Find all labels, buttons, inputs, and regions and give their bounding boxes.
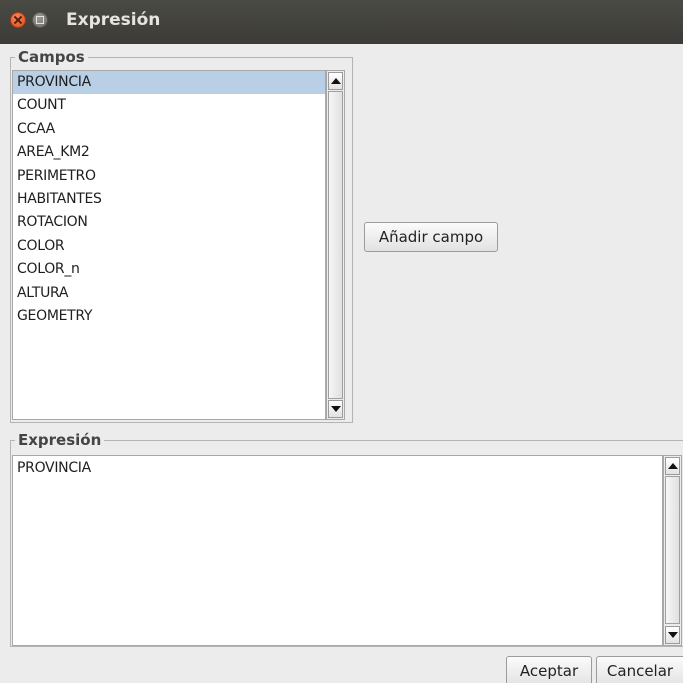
scrollbar-thumb[interactable] — [328, 91, 343, 399]
add-field-button[interactable]: Añadir campo — [364, 222, 498, 252]
arrow-up-icon[interactable] — [328, 72, 343, 90]
arrow-up-icon[interactable] — [665, 457, 680, 475]
list-item[interactable]: ROTACION — [13, 211, 325, 234]
expression-scrollbar[interactable] — [663, 455, 682, 646]
cancel-button[interactable]: Cancelar — [596, 656, 683, 683]
list-item[interactable]: AREA_KM2 — [13, 141, 325, 164]
close-icon[interactable] — [10, 12, 26, 28]
minimize-icon[interactable] — [32, 12, 48, 28]
title-bar: Expresión — [0, 0, 683, 44]
list-item[interactable]: COUNT — [13, 94, 325, 117]
list-item[interactable]: ALTURA — [13, 282, 325, 305]
campos-group-label: Campos — [15, 48, 88, 66]
arrow-down-icon[interactable] — [665, 626, 680, 644]
expression-textarea[interactable]: PROVINCIA — [12, 455, 663, 646]
expression-dialog: Expresión Campos PROVINCIA COUNT CCAA AREA_… — [0, 0, 683, 683]
fields-list-scrollbar[interactable] — [326, 70, 345, 420]
list-item[interactable]: COLOR — [13, 235, 325, 258]
fields-list[interactable]: PROVINCIA COUNT CCAA AREA_KM2 PERIMETRO HABIT… — [12, 70, 326, 420]
arrow-down-icon[interactable] — [328, 400, 343, 418]
list-item[interactable]: HABITANTES — [13, 188, 325, 211]
list-item[interactable]: PERIMETRO — [13, 165, 325, 188]
list-item[interactable]: PROVINCIA — [13, 71, 325, 95]
scrollbar-thumb[interactable] — [665, 476, 680, 624]
expresion-group-label: Expresión — [15, 431, 105, 449]
list-item[interactable]: CCAA — [13, 118, 325, 141]
list-item[interactable]: COLOR_n — [13, 258, 325, 281]
accept-button[interactable]: Aceptar — [506, 656, 592, 683]
list-item[interactable]: GEOMETRY — [13, 305, 325, 328]
window-title: Expresión — [66, 10, 161, 30]
expresion-group: Expresión PROVINCIA — [10, 431, 683, 647]
campos-group: Campos PROVINCIA COUNT CCAA AREA_KM2 PERIMET… — [10, 48, 353, 423]
